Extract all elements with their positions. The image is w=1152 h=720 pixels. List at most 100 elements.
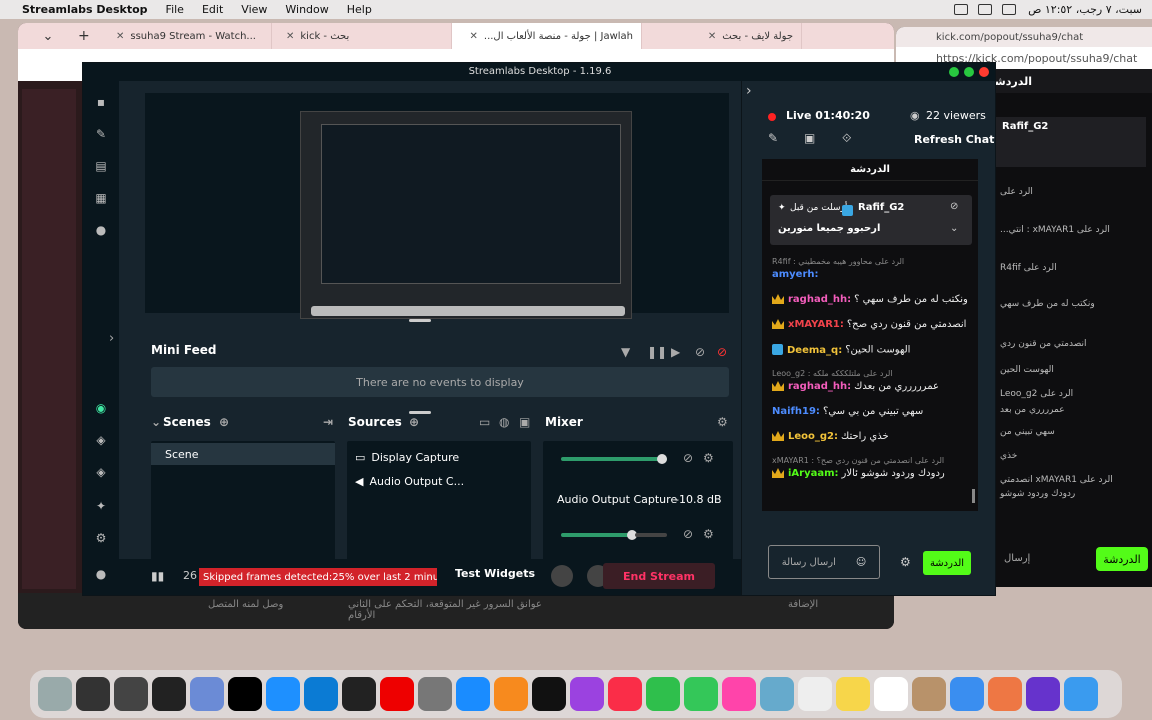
chat-username[interactable]: Naifh19: xyxy=(772,406,820,417)
dock-app-kick-icon[interactable] xyxy=(228,677,262,711)
ai-icon[interactable]: ◉ xyxy=(93,401,109,415)
close-icon[interactable]: ✕ xyxy=(708,31,716,42)
chat-username[interactable]: Deema_q: xyxy=(787,345,842,356)
play-icon[interactable]: ● xyxy=(93,223,109,237)
skip-icon[interactable]: ▶ xyxy=(671,345,680,359)
user-icon[interactable]: ● xyxy=(93,567,109,581)
end-stream-button[interactable]: End Stream xyxy=(603,563,715,589)
scene-item[interactable]: Scene xyxy=(151,443,335,465)
search-icon[interactable] xyxy=(1002,4,1017,15)
app-name-menu[interactable]: Streamlabs Desktop xyxy=(22,3,148,16)
add-scene-icon[interactable]: ⊕ xyxy=(219,415,229,429)
new-tab-icon[interactable]: + xyxy=(78,28,102,44)
mixer-settings-icon[interactable]: ⚙ xyxy=(717,415,728,429)
dock-app-siri-icon[interactable] xyxy=(1026,677,1060,711)
close-icon[interactable]: ✕ xyxy=(286,31,294,42)
mute-icon[interactable]: ⊘ xyxy=(683,451,693,465)
menu-file[interactable]: File xyxy=(166,3,184,16)
dock-app-launchpad-icon[interactable] xyxy=(988,677,1022,711)
unpin-icon[interactable]: ⊘ xyxy=(950,201,958,212)
dock-app-app-store-icon[interactable] xyxy=(456,677,490,711)
dock-app-mail-icon[interactable] xyxy=(950,677,984,711)
dock-app-screenshot1-icon[interactable] xyxy=(76,677,110,711)
chat-username[interactable]: amyerh: xyxy=(772,269,819,280)
dock-app-preview-icon[interactable] xyxy=(190,677,224,711)
alerts-count[interactable]: 26 xyxy=(183,569,197,582)
gear-icon[interactable]: ⚙ xyxy=(703,527,714,541)
sparkle-icon[interactable]: ✦ xyxy=(93,499,109,513)
source-item-audio[interactable]: ◀ Audio Output C... xyxy=(347,469,531,493)
minimize-button[interactable] xyxy=(964,67,974,77)
edit-icon[interactable]: ✎ xyxy=(768,131,778,145)
dock-app-facetime-icon[interactable] xyxy=(646,677,680,711)
gear-icon[interactable]: ⚙ xyxy=(93,531,109,545)
transitions-icon[interactable]: ⇥ xyxy=(323,415,333,429)
resize-handle[interactable] xyxy=(409,411,431,414)
apps-icon[interactable]: ◈ xyxy=(93,465,109,479)
menu-help[interactable]: Help xyxy=(347,3,372,16)
browser-tab-kick-search[interactable]: ✕ kick - بحث xyxy=(272,23,452,49)
dock-app-contacts-icon[interactable] xyxy=(912,677,946,711)
clock[interactable]: سبت، ٧ رجب، ١٢:٥٢ ص xyxy=(1028,3,1142,16)
dock-app-settings-icon[interactable] xyxy=(418,677,452,711)
resize-handle[interactable] xyxy=(409,319,431,322)
chat-username[interactable]: iAryaam: xyxy=(788,468,839,479)
editor-icon[interactable]: ▪ xyxy=(93,95,109,109)
menu-edit[interactable]: Edit xyxy=(202,3,223,16)
emoji-icon[interactable]: ☺ xyxy=(856,557,866,568)
mute-alerts-icon[interactable]: ⊘ xyxy=(695,345,705,359)
battery-icon[interactable] xyxy=(954,4,969,15)
dock-app-safari-icon[interactable] xyxy=(266,677,300,711)
chat-username[interactable]: xMAYAR1: xyxy=(788,319,844,330)
dock-app-notes-icon[interactable] xyxy=(836,677,870,711)
wifi-icon[interactable] xyxy=(978,4,993,15)
chat-username[interactable]: Leoo_g2: xyxy=(788,431,838,442)
dock-app-music-icon[interactable] xyxy=(608,677,642,711)
dock-app-screenshot3-icon[interactable] xyxy=(152,677,186,711)
dock-app-photos-icon[interactable] xyxy=(722,677,756,711)
browser-tab-jawlah[interactable]: Jawlah | جولة - منصة الألعاب ال... ✕ xyxy=(452,23,642,49)
store-icon[interactable]: ▤ xyxy=(93,159,109,173)
dock-app-podcasts-icon[interactable] xyxy=(570,677,604,711)
maximize-button[interactable] xyxy=(949,67,959,77)
chat-input[interactable]: ارسال رسالة ☺ xyxy=(768,545,880,579)
stream-preview[interactable] xyxy=(145,93,729,319)
dock-app-messages-icon[interactable] xyxy=(684,677,718,711)
chevron-right-icon[interactable]: › xyxy=(109,331,114,346)
browser-tab-jawlah-search[interactable]: جولة لايف - بحث ✕ xyxy=(642,23,802,49)
chevron-down-icon[interactable]: ⌄ xyxy=(18,29,78,44)
highlighter-icon[interactable]: ◈ xyxy=(93,433,109,447)
dock-app-tv-icon[interactable] xyxy=(532,677,566,711)
slider-knob[interactable] xyxy=(657,454,667,464)
chevron-right-icon[interactable]: › xyxy=(746,83,752,99)
test-widgets-button[interactable]: Test Widgets xyxy=(455,567,535,580)
popout-send-input[interactable]: إرسال xyxy=(1004,553,1030,564)
collapse-icon[interactable]: ⌄ xyxy=(151,415,161,429)
gear-icon[interactable]: ⚙ xyxy=(703,451,714,465)
dock-app-calendar-icon[interactable] xyxy=(874,677,908,711)
close-icon[interactable]: ✕ xyxy=(470,31,478,42)
dock-app-trash-icon[interactable] xyxy=(38,677,72,711)
menu-view[interactable]: View xyxy=(241,3,267,16)
volume-slider-top[interactable] xyxy=(561,454,667,464)
dock-app-edge-icon[interactable] xyxy=(304,677,338,711)
dock-app-finder-icon[interactable] xyxy=(1064,677,1098,711)
skipped-frames-warning[interactable]: Skipped frames detected:25% over last 2 … xyxy=(199,568,437,586)
filter-icon[interactable]: ▼ xyxy=(621,345,630,359)
chat-settings-icon[interactable]: ⚙ xyxy=(900,555,911,569)
dashboard-icon[interactable]: ▣ xyxy=(804,131,815,145)
dock-app-books-icon[interactable] xyxy=(494,677,528,711)
add-source-icon[interactable]: ⊕ xyxy=(409,415,419,429)
refresh-chat-button[interactable]: Refresh Chat xyxy=(914,133,994,146)
mute-icon[interactable]: ⊘ xyxy=(683,527,693,541)
stats-icon[interactable]: ▮▮ xyxy=(151,569,164,583)
dock-app-opera-icon[interactable] xyxy=(380,677,414,711)
chat-send-button[interactable]: الدردشة xyxy=(923,551,971,575)
layers-icon[interactable]: ▣ xyxy=(519,415,530,429)
record-button[interactable] xyxy=(551,565,573,587)
themes-icon[interactable]: ✎ xyxy=(93,127,109,141)
source-item-display[interactable]: ▭ Display Capture xyxy=(347,445,531,469)
chat-username[interactable]: raghad_hh: xyxy=(788,294,851,305)
volume-slider-bottom[interactable] xyxy=(561,530,637,540)
dock-app-reminders-icon[interactable] xyxy=(798,677,832,711)
